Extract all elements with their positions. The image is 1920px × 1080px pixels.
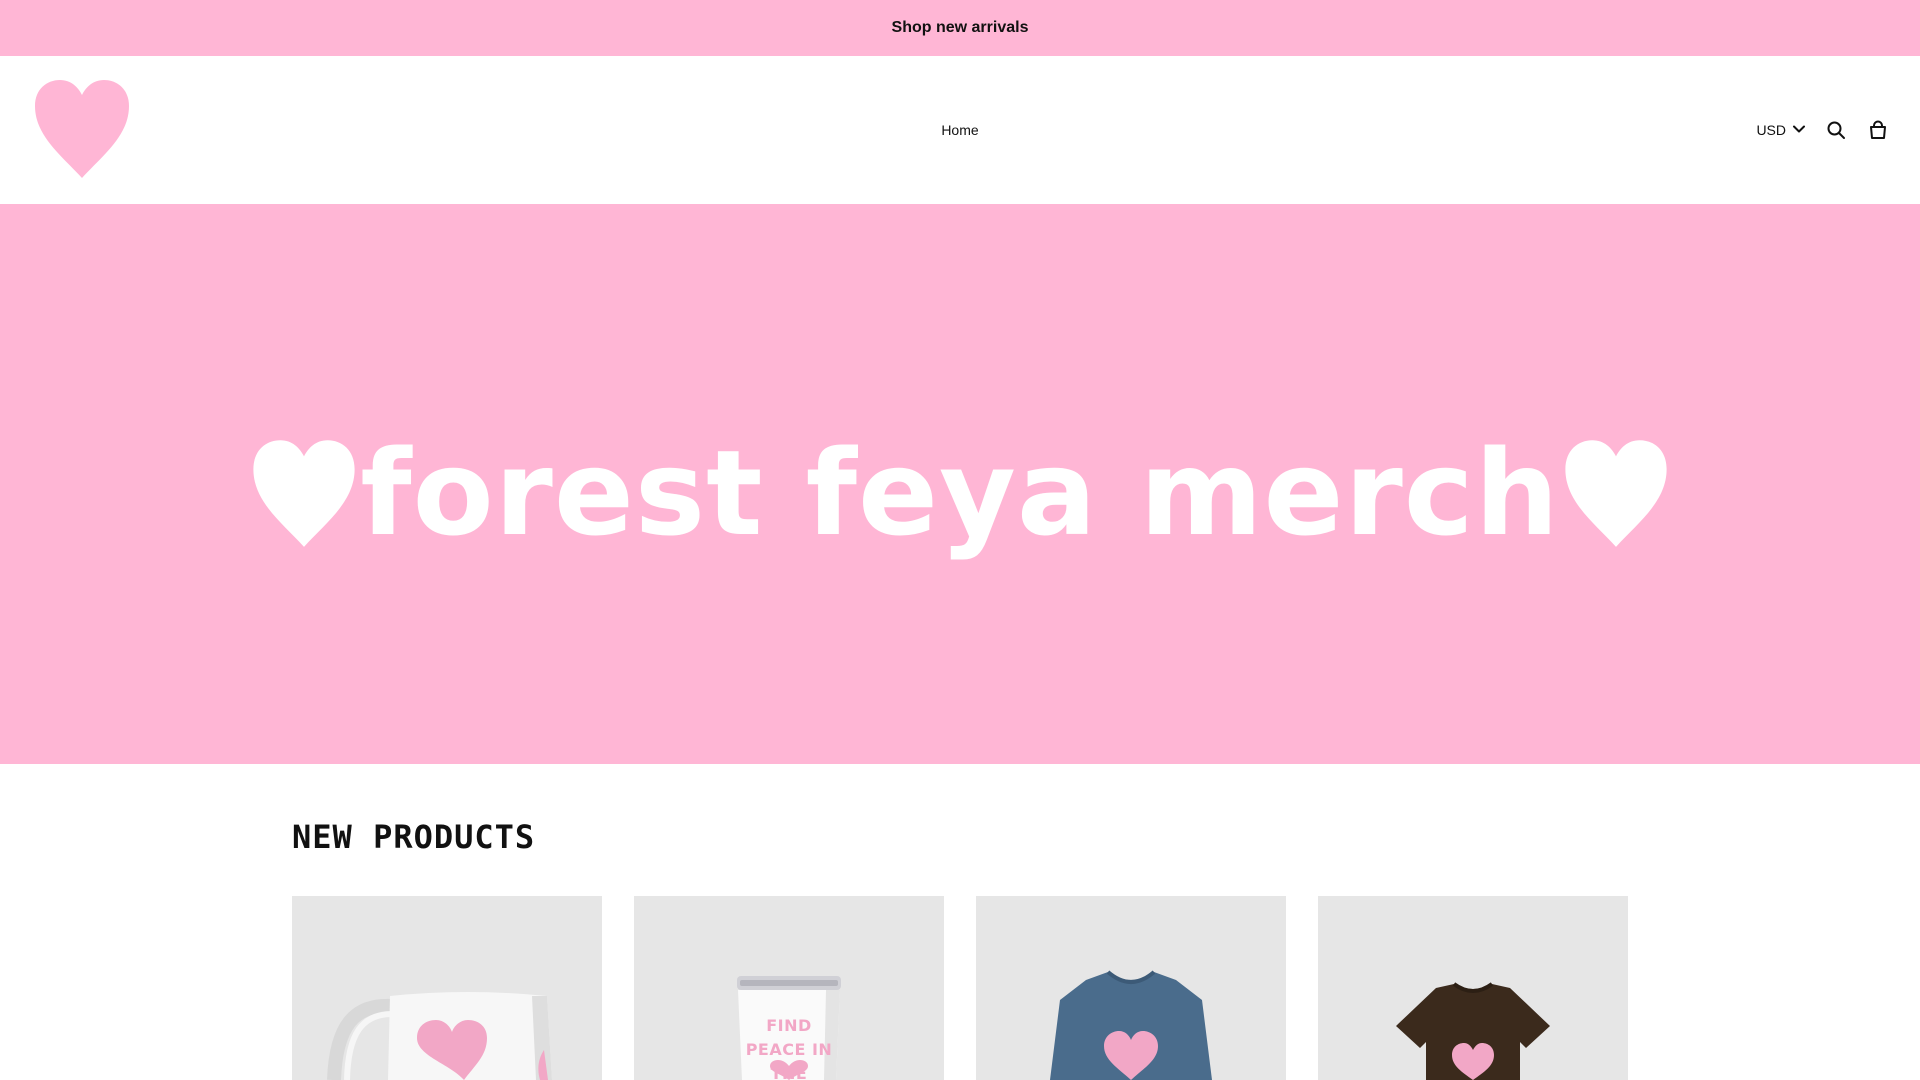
section-title: NEW PRODUCTS <box>292 818 536 856</box>
currency-label: USD <box>1756 122 1786 138</box>
nav-home-link[interactable]: Home <box>941 122 978 138</box>
heart-icon <box>1565 440 1667 547</box>
product-card-mug[interactable] <box>292 896 602 1080</box>
hero-banner: Forest Feya Merch <box>0 204 1920 764</box>
mug-image <box>327 992 552 1080</box>
heart-icon <box>253 440 355 547</box>
blue-tshirt-image <box>1050 970 1212 1080</box>
shopping-bag-icon[interactable] <box>1866 118 1890 142</box>
tumbler-print-text: Find peace in the chaos <box>745 1016 833 1080</box>
site-header: Home USD <box>0 56 1920 204</box>
announcement-bar: Shop new arrivals <box>0 0 1920 56</box>
product-card-brown-tshirt[interactable] <box>1318 896 1628 1080</box>
product-card-tumbler[interactable]: Find peace in the chaos <box>634 896 944 1080</box>
header-tools: USD <box>1756 56 1890 204</box>
shop-new-arrivals-link[interactable]: Shop new arrivals <box>892 19 1029 37</box>
product-grid: Find peace in the chaos <box>292 896 1628 1080</box>
product-card-blue-tshirt[interactable] <box>976 896 1286 1080</box>
hero-title: Forest Feya Merch <box>0 434 1920 552</box>
brown-tshirt-image <box>1396 982 1550 1080</box>
currency-selector[interactable]: USD <box>1756 122 1806 139</box>
search-icon[interactable] <box>1824 118 1848 142</box>
main-nav: Home <box>0 56 1920 204</box>
chevron-down-icon <box>1792 122 1806 139</box>
hero-title-text: Forest Feya Merch <box>360 424 1560 562</box>
heart-logo-icon[interactable] <box>32 78 132 180</box>
